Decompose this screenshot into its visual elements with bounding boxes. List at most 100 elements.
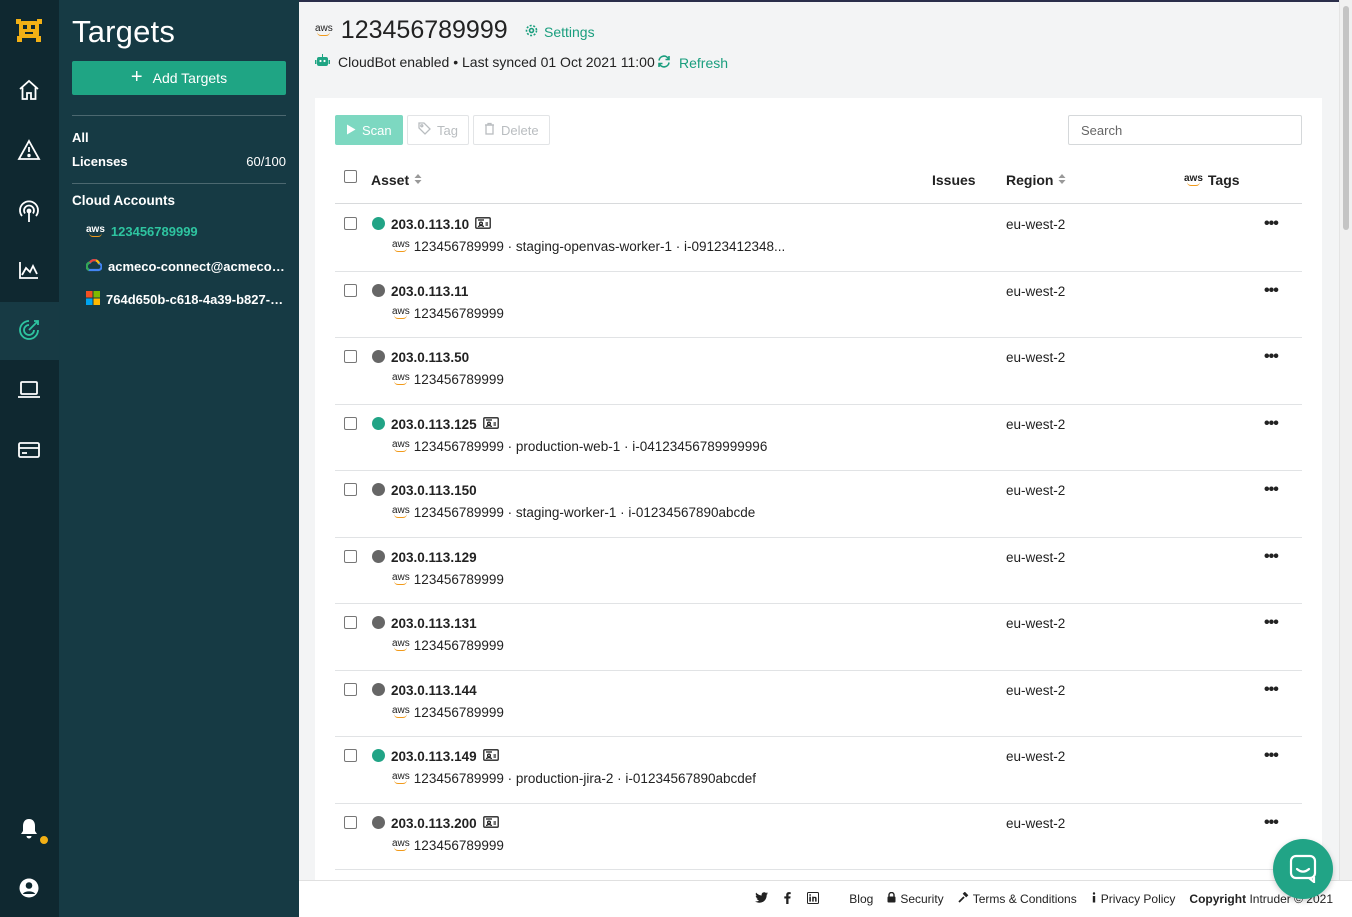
logo-icon[interactable] xyxy=(14,15,44,45)
asset-ip[interactable]: 203.0.113.50 xyxy=(391,350,469,365)
row-checkbox[interactable] xyxy=(344,217,357,230)
twitter-icon[interactable] xyxy=(755,892,769,906)
info-icon xyxy=(1091,892,1097,906)
footer-security-link[interactable]: Security xyxy=(887,891,944,906)
asset-ip[interactable]: 203.0.113.125 xyxy=(391,417,499,432)
row-checkbox[interactable] xyxy=(344,283,357,297)
delete-button[interactable]: Delete xyxy=(472,115,550,145)
licenses-value: 60/100 xyxy=(246,154,286,169)
refresh-link[interactable]: Refresh xyxy=(657,55,728,71)
more-options-icon[interactable]: ••• xyxy=(1264,482,1279,498)
asset-region: eu-west-2 xyxy=(1006,483,1066,498)
table-row[interactable]: 203.0.113.10 aws 123456789999 · staging-op… xyxy=(335,205,1302,272)
asset-ip[interactable]: 203.0.113.129 xyxy=(391,550,477,565)
table-row[interactable]: 203.0.113.149 aws 123456789999 · productio… xyxy=(335,737,1302,804)
radar-icon[interactable] xyxy=(17,200,41,224)
column-asset[interactable]: Asset xyxy=(371,172,422,188)
cloud-account-name: 123456789999 xyxy=(110,224,198,239)
asset-ip[interactable]: 203.0.113.11 xyxy=(391,284,468,299)
asset-ip[interactable]: 203.0.113.150 xyxy=(391,483,477,498)
more-options-icon[interactable]: ••• xyxy=(1264,415,1279,431)
account-header: aws 123456789999 xyxy=(315,16,508,45)
column-region[interactable]: Region xyxy=(1006,172,1066,188)
tag-button[interactable]: Tag xyxy=(407,115,469,145)
footer-terms-link[interactable]: Terms & Conditions xyxy=(958,891,1077,906)
row-checkbox[interactable] xyxy=(344,682,357,696)
cloud-account-aws[interactable]: aws 123456789999 xyxy=(86,224,286,239)
asset-region: eu-west-2 xyxy=(1006,549,1066,565)
table-row[interactable]: 203.0.113.200 aws 123456789999 eu-west-2 ••• xyxy=(335,804,1302,870)
asset-detail: aws 123456789999 xyxy=(392,638,504,653)
agent-icon xyxy=(482,416,499,432)
chat-launcher-button[interactable] xyxy=(1273,839,1333,899)
aws-icon: aws xyxy=(392,305,410,319)
footer-blog-link[interactable]: Blog xyxy=(849,892,873,906)
scrollbar-thumb[interactable] xyxy=(1343,6,1349,230)
more-options-icon[interactable]: ••• xyxy=(1264,748,1279,764)
aws-icon: aws xyxy=(392,239,410,252)
row-checkbox[interactable] xyxy=(344,416,357,430)
select-all-checkbox[interactable] xyxy=(344,170,357,183)
asset-detail: aws 123456789999 xyxy=(392,305,504,321)
aws-icon: aws xyxy=(392,438,410,452)
targets-table-body: 203.0.113.10 aws 123456789999 · staging-op… xyxy=(335,205,1302,870)
settings-link[interactable]: Settings xyxy=(525,24,595,40)
table-row[interactable]: 203.0.113.125 aws 123456789999 · productio… xyxy=(335,405,1302,471)
table-row[interactable]: 203.0.113.144 aws 123456789999 eu-west-2 ••• xyxy=(335,671,1302,737)
row-checkbox[interactable] xyxy=(344,749,357,762)
asset-region: eu-west-2 xyxy=(1006,416,1066,432)
more-options-icon[interactable]: ••• xyxy=(1264,349,1279,365)
status-dot xyxy=(372,416,385,430)
user-icon[interactable] xyxy=(17,876,41,900)
row-checkbox[interactable] xyxy=(344,815,357,829)
gcp-icon xyxy=(85,258,103,275)
laptop-icon[interactable] xyxy=(17,378,41,402)
linkedin-icon[interactable] xyxy=(807,891,820,907)
add-targets-button[interactable]: + Add Targets xyxy=(72,61,286,95)
row-checkbox[interactable] xyxy=(344,350,357,363)
aws-icon: aws xyxy=(392,505,410,518)
filter-all[interactable]: All xyxy=(72,130,89,145)
targets-icon[interactable] xyxy=(17,318,41,342)
asset-ip[interactable]: 203.0.113.10 xyxy=(391,217,491,232)
table-row[interactable]: 203.0.113.50 aws 123456789999 eu-west-2 ••• xyxy=(335,338,1302,405)
gear-icon xyxy=(525,24,538,40)
row-checkbox[interactable] xyxy=(344,483,357,496)
facebook-icon[interactable] xyxy=(784,891,791,907)
scan-button[interactable]: Scan xyxy=(335,115,403,145)
table-row[interactable]: 203.0.113.129 aws 123456789999 eu-west-2 ••• xyxy=(335,538,1302,604)
asset-ip[interactable]: 203.0.113.144 xyxy=(391,683,477,698)
more-options-icon[interactable]: ••• xyxy=(1264,216,1279,232)
more-options-icon[interactable]: ••• xyxy=(1264,814,1279,830)
asset-region: eu-west-2 xyxy=(1006,616,1066,631)
card-icon[interactable] xyxy=(17,438,41,462)
asset-region: eu-west-2 xyxy=(1006,815,1066,831)
aws-icon: aws xyxy=(392,638,410,651)
bell-icon[interactable] xyxy=(17,816,41,840)
more-options-icon[interactable]: ••• xyxy=(1264,548,1279,564)
asset-ip[interactable]: 203.0.113.200 xyxy=(391,816,499,831)
asset-ip[interactable]: 203.0.113.149 xyxy=(391,749,499,764)
table-row[interactable]: 203.0.113.11 aws 123456789999 eu-west-2 ••• xyxy=(335,272,1302,338)
footer-privacy-link[interactable]: Privacy Policy xyxy=(1091,892,1175,906)
home-icon[interactable] xyxy=(17,78,41,102)
social-links xyxy=(755,891,820,907)
chart-icon[interactable] xyxy=(17,258,41,282)
row-checkbox[interactable] xyxy=(344,616,357,629)
vertical-scrollbar[interactable] xyxy=(1339,0,1352,880)
asset-detail: aws 123456789999 xyxy=(392,372,504,387)
aws-icon: aws xyxy=(392,704,410,718)
row-checkbox[interactable] xyxy=(344,549,357,563)
search-input[interactable] xyxy=(1068,115,1302,145)
cloud-account-gcp[interactable]: acmeco-connect@acmeco-connect.iam.gservi… xyxy=(85,258,286,275)
account-title: 123456789999 xyxy=(340,16,508,44)
asset-ip[interactable]: 203.0.113.131 xyxy=(391,616,477,631)
warning-icon[interactable] xyxy=(17,138,41,162)
cloud-account-azure[interactable]: 764d650b-c618-4a39-b827-0123456789ab xyxy=(86,291,286,308)
more-options-icon[interactable]: ••• xyxy=(1264,681,1279,697)
refresh-icon xyxy=(657,55,671,71)
more-options-icon[interactable]: ••• xyxy=(1264,615,1279,631)
table-row[interactable]: 203.0.113.150 aws 123456789999 · staging-w… xyxy=(335,471,1302,538)
more-options-icon[interactable]: ••• xyxy=(1264,282,1279,298)
table-row[interactable]: 203.0.113.131 aws 123456789999 eu-west-2 ••• xyxy=(335,604,1302,671)
